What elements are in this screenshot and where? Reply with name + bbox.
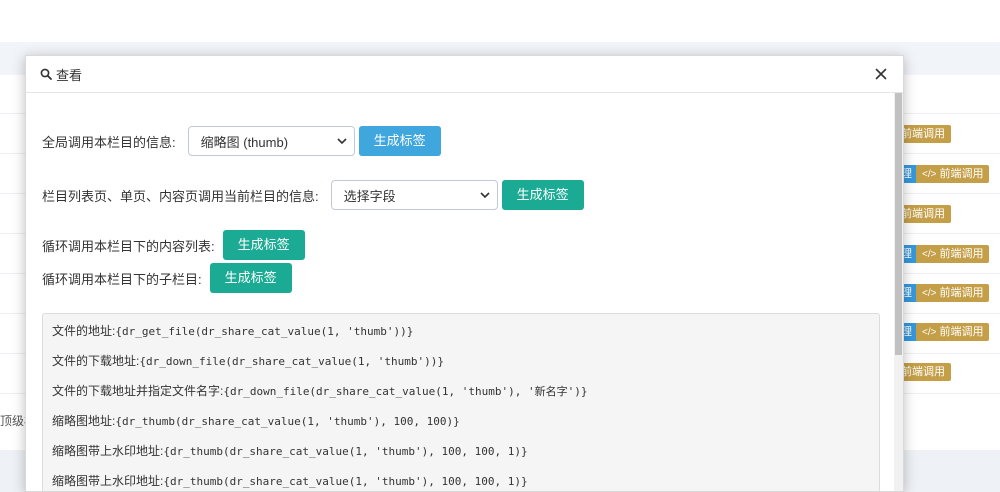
code-icon: </>	[922, 249, 937, 260]
tag-label: 前端调用	[939, 287, 984, 299]
code-line-label: 缩略图带上水印地址:	[52, 474, 164, 488]
frontend-call-tag[interactable]: </> 前端调用	[916, 245, 990, 263]
current-field-select[interactable]: 选择字段	[330, 180, 498, 210]
tag-label: 前端调用	[901, 208, 945, 220]
sub-cat-row: 循环调用本栏目下的子栏目: 生成标签	[42, 263, 292, 293]
code-line-label: 文件的下载地址:	[52, 354, 140, 368]
view-dialog: 查看 全局调用本栏目的信息: 缩略图 (thumb) 生成标签 栏目列表页、单页…	[25, 55, 904, 492]
code-line: 文件的地址:{dr_get_file(dr_share_cat_value(1,…	[52, 322, 413, 339]
dialog-title: 查看	[40, 65, 82, 84]
page-top-bar	[0, 0, 1000, 42]
code-line: 缩略图带上水印地址:{dr_thumb(dr_share_cat_value(1…	[52, 472, 528, 489]
global-field-select[interactable]: 缩略图 (thumb)	[187, 126, 355, 156]
tag-label: 前端调用	[939, 168, 984, 180]
content-list-row: 循环调用本栏目下的内容列表: 生成标签	[42, 230, 305, 260]
code-line: 文件的下载地址:{dr_down_file(dr_share_cat_value…	[52, 352, 444, 369]
current-cat-label: 栏目列表页、单页、内容页调用当前栏目的信息:	[42, 188, 319, 204]
dialog-scrollbar[interactable]	[894, 93, 903, 491]
tag-label: 前端调用	[901, 128, 945, 140]
frontend-call-tag[interactable]: </> 前端调用	[916, 284, 990, 302]
tag-label: 前端调用	[939, 326, 984, 338]
code-line: 文件的下载地址并指定文件名字:{dr_down_file(dr_share_ca…	[52, 382, 587, 399]
code-line-code: {dr_thumb(dr_share_cat_value(1, 'thumb')…	[163, 475, 528, 488]
code-icon: </>	[922, 169, 937, 180]
generate-tag-button[interactable]: 生成标签	[222, 230, 305, 260]
code-line: 缩略图地址:{dr_thumb(dr_share_cat_value(1, 't…	[52, 412, 460, 429]
code-icon: </>	[922, 327, 937, 338]
search-icon	[40, 68, 52, 80]
dialog-header: 查看	[26, 56, 903, 93]
sub-cat-label: 循环调用本栏目下的子栏目:	[42, 271, 202, 287]
close-icon[interactable]	[873, 66, 889, 82]
code-line-code: {dr_down_file(dr_share_cat_value(1, 'thu…	[223, 385, 588, 398]
scrollbar-thumb[interactable]	[895, 93, 902, 355]
code-line-label: 文件的下载地址并指定文件名字:	[52, 384, 224, 398]
code-line-code: {dr_down_file(dr_share_cat_value(1, 'thu…	[139, 355, 444, 368]
current-cat-row: 栏目列表页、单页、内容页调用当前栏目的信息: 选择字段 生成标签	[42, 180, 584, 210]
generate-tag-button[interactable]: 生成标签	[358, 126, 441, 156]
tag-label: 前端调用	[939, 248, 984, 260]
code-line-code: {dr_thumb(dr_share_cat_value(1, 'thumb')…	[115, 415, 460, 428]
select-value: 缩略图 (thumb)	[200, 134, 289, 150]
code-line: 缩略图带上水印地址:{dr_thumb(dr_share_cat_value(1…	[52, 442, 528, 459]
dialog-body: 全局调用本栏目的信息: 缩略图 (thumb) 生成标签 栏目列表页、单页、内容…	[26, 93, 896, 491]
dialog-title-text: 查看	[56, 67, 83, 83]
code-line-label: 文件的地址:	[52, 324, 116, 338]
code-output-box[interactable]: 文件的地址:{dr_get_file(dr_share_cat_value(1,…	[42, 313, 880, 491]
frontend-call-tag[interactable]: </> 前端调用	[916, 165, 990, 183]
global-call-row: 全局调用本栏目的信息: 缩略图 (thumb) 生成标签	[42, 126, 441, 156]
code-line-code: {dr_get_file(dr_share_cat_value(1, 'thum…	[115, 325, 414, 338]
code-line-label: 缩略图带上水印地址:	[52, 444, 164, 458]
generate-tag-button[interactable]: 生成标签	[209, 263, 292, 293]
code-line-code: {dr_thumb(dr_share_cat_value(1, 'thumb')…	[163, 445, 528, 458]
chevron-down-icon	[337, 138, 347, 145]
global-call-label: 全局调用本栏目的信息:	[42, 134, 176, 150]
select-value: 选择字段	[343, 188, 396, 204]
content-list-label: 循环调用本栏目下的内容列表:	[42, 238, 215, 254]
generate-tag-button[interactable]: 生成标签	[501, 180, 584, 210]
code-icon: </>	[922, 288, 937, 299]
code-line-label: 缩略图地址:	[52, 414, 116, 428]
tag-label: 前端调用	[901, 366, 945, 378]
chevron-down-icon	[480, 192, 490, 199]
frontend-call-tag[interactable]: </> 前端调用	[916, 323, 990, 341]
